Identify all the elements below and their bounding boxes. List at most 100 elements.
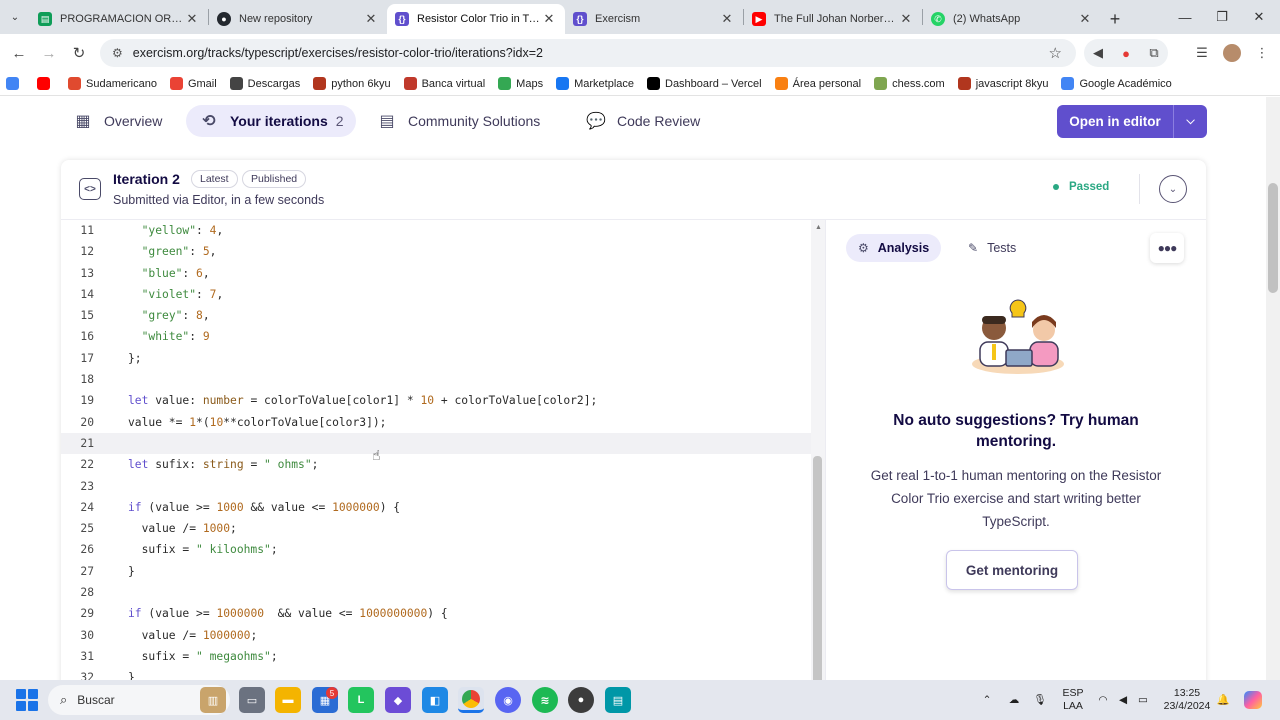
code-text: if (value >= 1000000 && value <= 1000000… [128, 607, 448, 621]
bookmark-label: Google Académico [1079, 77, 1172, 90]
notepad-icon[interactable]: ▤ [605, 687, 631, 713]
discord-icon[interactable]: ◉ [495, 687, 521, 713]
bookmark-item[interactable]: Sudamericano [68, 77, 157, 90]
show-hidden-icons[interactable]: ⌃ [978, 680, 996, 720]
close-tab-icon[interactable]: ✕ [719, 11, 735, 27]
bookmark-item[interactable]: Marketplace [556, 77, 634, 90]
wifi-icon[interactable]: ◠ [1094, 680, 1112, 720]
chevron-down-icon[interactable]: ⌵ [1173, 105, 1207, 138]
browser-tab[interactable]: {} Exercism ✕ [565, 4, 743, 34]
code-scrollbar-thumb[interactable] [813, 456, 822, 680]
bookmark-item[interactable] [37, 77, 55, 90]
code-brackets-icon: <> [79, 178, 101, 200]
bookmark-label: chess.com [892, 77, 945, 90]
tab-community-solutions[interactable]: ▤ Community Solutions [376, 105, 540, 137]
expand-iteration-button[interactable]: ⌄ [1159, 175, 1187, 203]
forward-button[interactable]: → [34, 38, 64, 68]
code-line: 29 if (value >= 1000000 && value <= 10000… [61, 603, 825, 624]
minimize-button[interactable]: — [1166, 0, 1204, 34]
line-number: 32 [80, 671, 94, 680]
battery-icon[interactable]: ▭ [1134, 680, 1152, 720]
browser-tab[interactable]: ✆ (2) WhatsApp ✕ [923, 4, 1101, 34]
tab-your-iterations[interactable]: ⟲ Your iterations 2 [186, 105, 356, 137]
close-tab-icon[interactable]: ✕ [898, 11, 914, 27]
close-tab-icon[interactable]: ✕ [1077, 11, 1093, 27]
code-line: 23 [61, 476, 825, 497]
copilot-icon[interactable] [1240, 680, 1266, 720]
clock[interactable]: 13:25 23/4/2024 [1158, 680, 1216, 720]
address-bar[interactable]: ⚙ exercism.org/tracks/typescript/exercis… [100, 39, 1076, 67]
bookmark-star-icon[interactable]: ☆ [1049, 44, 1062, 62]
task-view-icon[interactable]: ▭ [239, 687, 265, 713]
bookmark-item[interactable]: Descargas [229, 77, 300, 90]
browser-tab[interactable]: ● New repository ✕ [209, 4, 387, 34]
open-in-editor-button[interactable]: Open in editor ⌵ [1057, 105, 1207, 138]
browser-tab-active[interactable]: {} Resistor Color Trio in TypeS ✕ [387, 4, 565, 34]
line-number: 18 [80, 373, 94, 387]
profile-avatar[interactable] [1218, 39, 1246, 67]
windows-start-icon[interactable] [16, 689, 38, 711]
chrome-taskbar-icon[interactable] [458, 687, 484, 713]
spotify-icon[interactable]: ≋ [532, 687, 558, 713]
browser-tab[interactable]: ▶ The Full Johan Norberg: S ✕ [744, 4, 922, 34]
notifications-bell-icon[interactable]: 🔔 [1214, 680, 1232, 720]
new-tab-button[interactable]: + [1101, 4, 1129, 34]
page-scrollbar[interactable] [1266, 97, 1280, 680]
language-indicator[interactable]: ESP LAA [1058, 680, 1088, 720]
code-line: 14 "violet": 7, [61, 284, 825, 305]
more-options-button[interactable]: ●●● [1150, 233, 1184, 263]
game-controller-icon[interactable]: ◆ [385, 687, 411, 713]
bookmark-item[interactable]: chess.com [874, 77, 945, 90]
close-window-button[interactable]: ✕ [1240, 0, 1278, 34]
code-text: if (value >= 1000 && value <= 1000000) { [128, 500, 401, 514]
header-divider [1139, 174, 1140, 204]
code-line: 22 let sufix: string = " ohms"; [61, 454, 825, 475]
file-explorer-icon[interactable]: ▬ [275, 687, 301, 713]
site-info-icon[interactable]: ⚙ [112, 46, 123, 60]
widgets-books-icon[interactable]: ▥ [200, 687, 226, 713]
live-app-icon[interactable]: L [348, 687, 374, 713]
snipping-tool-icon[interactable]: ◧ [422, 687, 448, 713]
close-tab-icon[interactable]: ✕ [541, 11, 557, 27]
bookmark-item[interactable]: Dashboard – Vercel [647, 77, 762, 90]
line-number: 29 [80, 607, 94, 621]
browser-menu-icon[interactable]: ⋮ [1248, 39, 1276, 67]
tab-analysis[interactable]: ⚙ Analysis [846, 234, 942, 262]
restore-button[interactable]: ❐ [1203, 0, 1241, 34]
tab-code-review[interactable]: 💬 Code Review [585, 105, 700, 137]
bookmark-item[interactable]: Gmail [169, 77, 217, 90]
extensions-puzzle-icon[interactable]: ⧉ [1140, 39, 1168, 67]
onedrive-icon[interactable]: ☁ [1004, 680, 1024, 720]
bookmark-item[interactable]: Banca virtual [403, 77, 485, 90]
bookmark-item[interactable]: python 6kyu [313, 77, 391, 90]
clock-time: 13:25 [1173, 687, 1201, 699]
line-number: 20 [80, 415, 94, 429]
bookmark-item[interactable]: Área personal [774, 77, 861, 90]
bookmark-item[interactable]: Maps [498, 77, 543, 90]
volume-extension-icon[interactable]: ◀ [1084, 39, 1112, 67]
browser-tab[interactable]: ▤ PROGRAMACION ORIENT ✕ [30, 4, 208, 34]
reload-button[interactable]: ↻ [64, 38, 94, 68]
exercism-page: ▦ Overview ⟲ Your iterations 2 ▤ Communi… [0, 97, 1280, 680]
github-desktop-icon[interactable]: ● [568, 687, 594, 713]
close-tab-icon[interactable]: ✕ [184, 11, 200, 27]
volume-icon[interactable]: ◀ [1114, 680, 1132, 720]
bookmark-item[interactable] [6, 77, 24, 90]
code-text: } [128, 564, 135, 578]
record-extension-icon[interactable]: ● [1112, 39, 1140, 67]
tab-overview[interactable]: ▦ Overview [72, 105, 162, 137]
tab-tests[interactable]: ✎ Tests [956, 234, 1028, 262]
page-scrollbar-thumb[interactable] [1268, 183, 1278, 293]
microphone-icon[interactable]: 🎙 [1030, 680, 1050, 720]
scroll-up-arrow[interactable]: ▲ [815, 224, 822, 231]
analysis-panel: ⚙ Analysis ✎ Tests ●●● No auto suggestio… [825, 220, 1206, 680]
get-mentoring-button[interactable]: Get mentoring [946, 550, 1078, 590]
line-number: 30 [80, 628, 94, 642]
bookmark-item[interactable]: javascript 8kyu [957, 77, 1048, 90]
back-button[interactable]: ← [4, 38, 34, 68]
reading-list-icon[interactable]: ☰ [1188, 39, 1216, 67]
close-tab-icon[interactable]: ✕ [363, 11, 379, 27]
tab-search-button[interactable]: ⌄ [0, 0, 30, 34]
bookmark-item[interactable]: Google Académico [1061, 77, 1172, 90]
code-viewer[interactable]: 11 "yellow": 4, 12 "green": 5, 13 "blue": … [61, 220, 825, 680]
